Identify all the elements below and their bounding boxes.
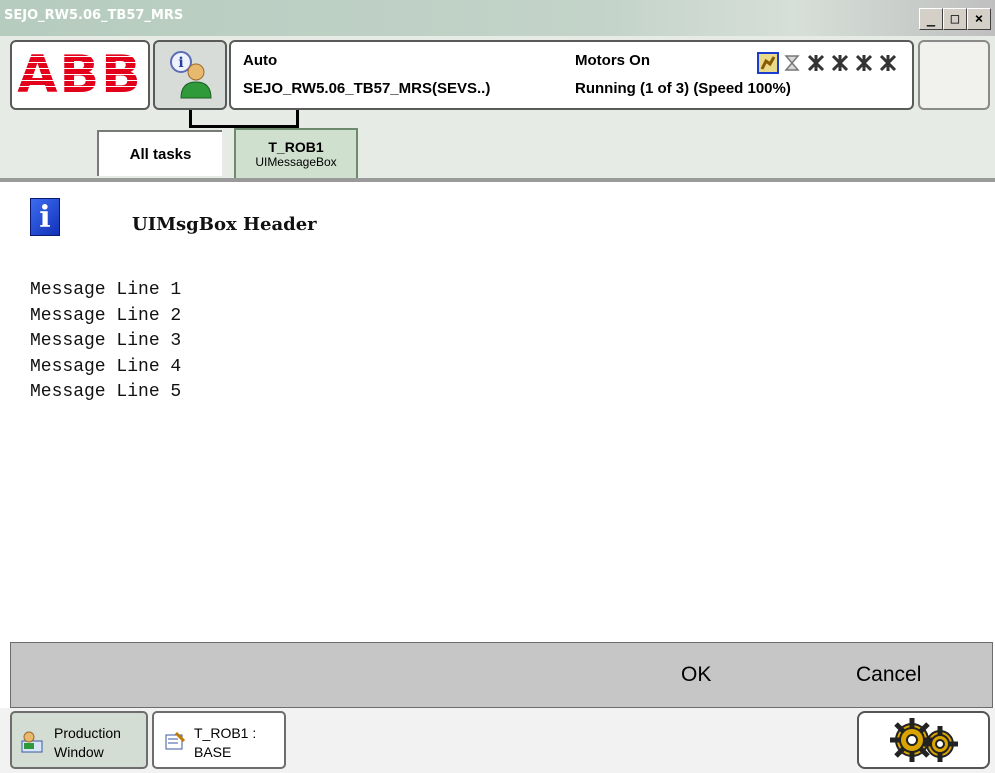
info-icon: i [30, 198, 60, 236]
abb-logo[interactable]: ABB [10, 40, 150, 110]
production-window-label-2: Window [54, 744, 104, 760]
run-state: Running (1 of 3) (Speed 100%) [575, 80, 791, 97]
taskbar: Production Window T_ROB1 : BASE [0, 708, 995, 773]
trob1-base-button[interactable]: T_ROB1 : BASE [152, 711, 286, 769]
abb-logo-text: ABB [17, 45, 143, 105]
user-info-button[interactable]: i [153, 40, 227, 110]
fan-icon-2 [829, 52, 851, 74]
task-robot-icon [757, 52, 779, 74]
trob1-base-label-2: BASE [194, 744, 232, 760]
fan-icon-4 [877, 52, 899, 74]
message-line: Message Line 2 [30, 305, 182, 326]
fan-icon-3 [853, 52, 875, 74]
user-info-icon: i [170, 51, 212, 99]
message-content: i UIMsgBox Header Message Line 1 Message… [0, 182, 995, 642]
close-icon[interactable]: × [967, 8, 991, 30]
trob1-base-label-1: T_ROB1 : [194, 725, 257, 741]
motors-state: Motors On [575, 52, 650, 69]
minimize-icon[interactable]: _ [919, 8, 943, 30]
svg-text:i: i [178, 55, 183, 71]
message-header: UIMsgBox Header [132, 214, 317, 235]
message-lines: Message Line 1 Message Line 2 Message Li… [30, 278, 181, 406]
status-bar[interactable]: Auto SEJO_RW5.06_TB57_MRS(SEVS..) Motors… [229, 40, 914, 110]
tab-t-rob1-label: T_ROB1 [268, 139, 324, 155]
operating-mode: Auto [243, 52, 278, 69]
message-line: Message Line 5 [30, 382, 182, 402]
window-title-bar[interactable]: SEJO_RW5.06_TB57_MRS _ □ × [0, 0, 995, 36]
hourglass-icon [781, 52, 803, 74]
message-line: Message Line 4 [30, 356, 182, 377]
tab-all-tasks[interactable]: All tasks [97, 130, 222, 176]
cancel-button[interactable]: Cancel [856, 663, 921, 687]
tab-t-rob1[interactable]: T_ROB1 UIMessageBox [234, 128, 358, 178]
tab-connector [189, 110, 299, 128]
quickset-button[interactable] [918, 40, 990, 110]
ok-button[interactable]: OK [681, 663, 711, 687]
program-editor-icon [165, 731, 186, 750]
maximize-icon[interactable]: □ [943, 8, 967, 30]
button-bar: OK Cancel [10, 642, 993, 708]
tab-t-rob1-sublabel: UIMessageBox [255, 155, 337, 169]
production-window-label-1: Production [54, 725, 121, 741]
system-name: SEJO_RW5.06_TB57_MRS(SEVS..) [243, 80, 491, 97]
fan-icon-1 [805, 52, 827, 74]
production-window-button[interactable]: Production Window [10, 711, 148, 769]
settings-button[interactable] [857, 711, 990, 769]
message-line: Message Line 3 [30, 331, 182, 351]
production-window-icon [21, 731, 43, 753]
message-line: Message Line 1 [30, 280, 182, 300]
window-title: SEJO_RW5.06_TB57_MRS [4, 8, 184, 23]
gears-icon [889, 718, 958, 762]
